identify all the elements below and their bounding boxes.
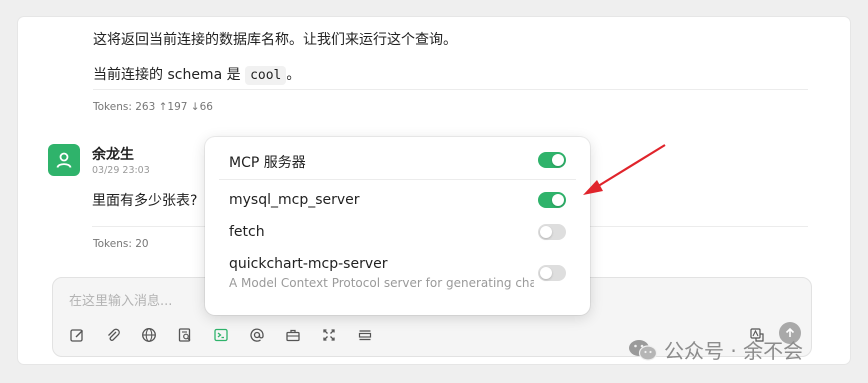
user-name: 余龙生 xyxy=(92,147,134,163)
quickchart-server-toggle[interactable] xyxy=(538,265,566,281)
edit-icon[interactable] xyxy=(67,325,87,345)
mcp-server-row[interactable]: fetch xyxy=(229,224,566,240)
mcp-server-name: mysql_mcp_server xyxy=(229,192,360,208)
message-input[interactable]: 在这里输入消息... xyxy=(69,290,172,309)
assistant-token-count: Tokens: 263 ↑197 ↓66 xyxy=(93,101,213,113)
attachment-icon[interactable] xyxy=(103,325,123,345)
assistant-message-text: 当前连接的 schema 是 xyxy=(93,67,241,83)
avatar[interactable] xyxy=(48,144,80,176)
expand-icon[interactable] xyxy=(319,325,339,345)
mcp-server-name: quickchart-mcp-server xyxy=(229,256,388,272)
annotation-arrow-icon xyxy=(583,144,666,195)
chat-window: 这将返回当前连接的数据库名称。让我们来运行这个查询。 当前连接的 schema … xyxy=(18,17,850,364)
wechat-icon xyxy=(629,339,658,361)
terminal-icon[interactable] xyxy=(211,325,231,345)
user-icon xyxy=(56,152,72,168)
mysql-server-toggle[interactable] xyxy=(538,192,566,208)
fetch-server-toggle[interactable] xyxy=(538,224,566,240)
mcp-server-popup: MCP 服务器 mysql_mcp_server fetch quickchar… xyxy=(205,137,590,315)
mcp-server-row[interactable]: mysql_mcp_server xyxy=(229,192,566,208)
mention-icon[interactable] xyxy=(247,325,267,345)
mcp-server-description: A Model Context Protocol server for gene… xyxy=(229,276,534,290)
mcp-master-toggle[interactable] xyxy=(538,152,566,168)
message-timestamp: 03/29 23:03 xyxy=(92,165,150,176)
user-message: 里面有多少张表? xyxy=(92,193,198,209)
menu-icon[interactable] xyxy=(355,325,375,345)
search-doc-icon[interactable] xyxy=(175,325,195,345)
assistant-message-line-2: 当前连接的 schema 是 cool。 xyxy=(93,64,301,85)
toolbox-icon[interactable] xyxy=(283,325,303,345)
mcp-server-row[interactable]: quickchart-mcp-server A Model Context Pr… xyxy=(229,256,566,290)
assistant-message-suffix: 。 xyxy=(286,67,301,83)
watermark-text: 公众号 · 余不会 xyxy=(664,339,804,363)
mcp-server-name: fetch xyxy=(229,224,265,240)
watermark: 公众号 · 余不会 xyxy=(628,335,803,364)
globe-icon[interactable] xyxy=(139,325,159,345)
popup-divider xyxy=(219,179,576,180)
mcp-header-row: MCP 服务器 xyxy=(229,152,566,172)
message-divider xyxy=(93,89,808,90)
user-token-count: Tokens: 20 xyxy=(93,238,149,250)
inline-code: cool xyxy=(245,66,287,85)
popup-title: MCP 服务器 xyxy=(229,155,306,171)
assistant-message-line-1: 这将返回当前连接的数据库名称。让我们来运行这个查询。 xyxy=(93,32,457,48)
